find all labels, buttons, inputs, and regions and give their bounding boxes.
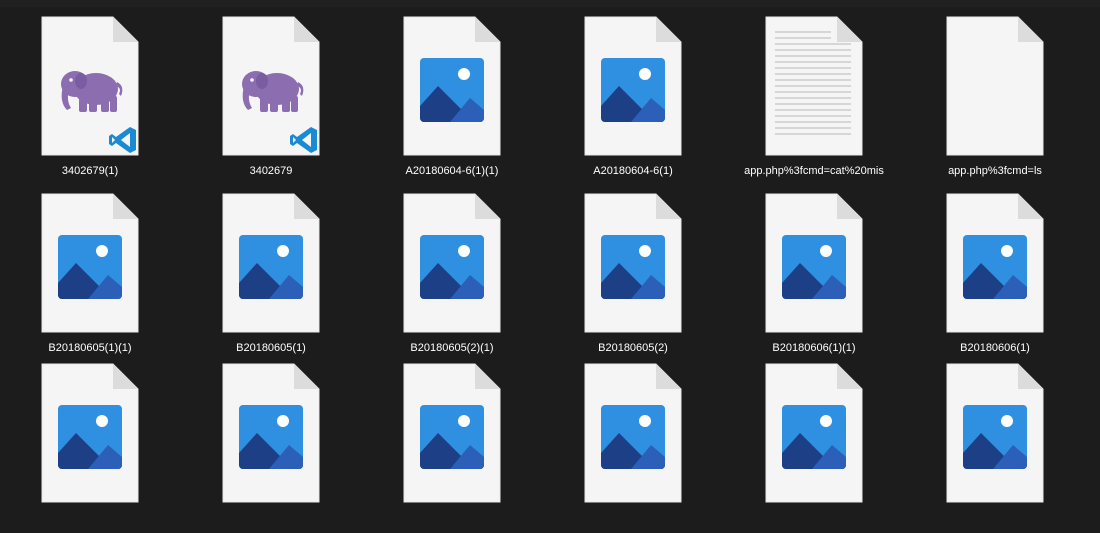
- file-name-label: B20180606(1): [960, 342, 1030, 354]
- file-name-label: B20180605(1): [236, 342, 306, 354]
- file-item[interactable]: [362, 363, 542, 533]
- file-item[interactable]: [905, 363, 1085, 533]
- file-row: B20180605(1)(1) B20180605(1) B20180605(2…: [0, 193, 1100, 363]
- blank-file-icon: [946, 16, 1044, 156]
- image-file-icon: [41, 363, 139, 503]
- file-item[interactable]: [724, 363, 904, 533]
- file-item[interactable]: B20180606(1): [905, 193, 1085, 363]
- image-file-icon: [403, 16, 501, 156]
- text-file-icon: [765, 16, 863, 156]
- php-elephant-icon: [41, 16, 139, 156]
- file-name-label: 3402679(1): [61, 165, 119, 177]
- file-name-label: A20180604-6(1)(1): [405, 165, 499, 177]
- file-row: [0, 363, 1100, 533]
- file-grid: 3402679(1) 3402679 A20180604-6(1)(1) A20…: [0, 0, 1100, 503]
- file-item[interactable]: B20180605(2): [543, 193, 723, 363]
- file-item[interactable]: 3402679(1): [0, 16, 180, 186]
- image-file-icon: [403, 363, 501, 503]
- file-name-label: B20180605(1)(1): [48, 342, 132, 354]
- image-file-icon: [765, 193, 863, 333]
- image-file-icon: [946, 363, 1044, 503]
- image-file-icon: [765, 363, 863, 503]
- file-item[interactable]: [543, 363, 723, 533]
- image-file-icon: [584, 16, 682, 156]
- vscode-icon: [109, 126, 137, 154]
- file-item[interactable]: 3402679: [181, 16, 361, 186]
- php-elephant-icon: [222, 16, 320, 156]
- file-name-label: app.php%3fcmd=ls: [948, 165, 1042, 177]
- file-name-label: app.php%3fcmd=cat%20mis: [744, 165, 884, 177]
- file-item[interactable]: [0, 363, 180, 533]
- image-file-icon: [222, 363, 320, 503]
- file-name-label: 3402679: [249, 165, 293, 177]
- file-item[interactable]: app.php%3fcmd=cat%20mis: [724, 16, 904, 186]
- file-item[interactable]: B20180605(1)(1): [0, 193, 180, 363]
- file-item[interactable]: B20180605(1): [181, 193, 361, 363]
- image-file-icon: [584, 193, 682, 333]
- image-file-icon: [41, 193, 139, 333]
- file-name-label: B20180605(2)(1): [410, 342, 494, 354]
- file-item[interactable]: B20180605(2)(1): [362, 193, 542, 363]
- file-name-label: A20180604-6(1): [593, 165, 673, 177]
- file-name-label: B20180605(2): [598, 342, 668, 354]
- image-file-icon: [403, 193, 501, 333]
- image-file-icon: [584, 363, 682, 503]
- file-item[interactable]: A20180604-6(1): [543, 16, 723, 186]
- file-item[interactable]: [181, 363, 361, 533]
- image-file-icon: [222, 193, 320, 333]
- file-name-label: B20180606(1)(1): [772, 342, 856, 354]
- file-item[interactable]: B20180606(1)(1): [724, 193, 904, 363]
- image-file-icon: [946, 193, 1044, 333]
- file-item[interactable]: app.php%3fcmd=ls: [905, 16, 1085, 186]
- vscode-icon: [290, 126, 318, 154]
- file-item[interactable]: A20180604-6(1)(1): [362, 16, 542, 186]
- file-row: 3402679(1) 3402679 A20180604-6(1)(1) A20…: [0, 16, 1100, 186]
